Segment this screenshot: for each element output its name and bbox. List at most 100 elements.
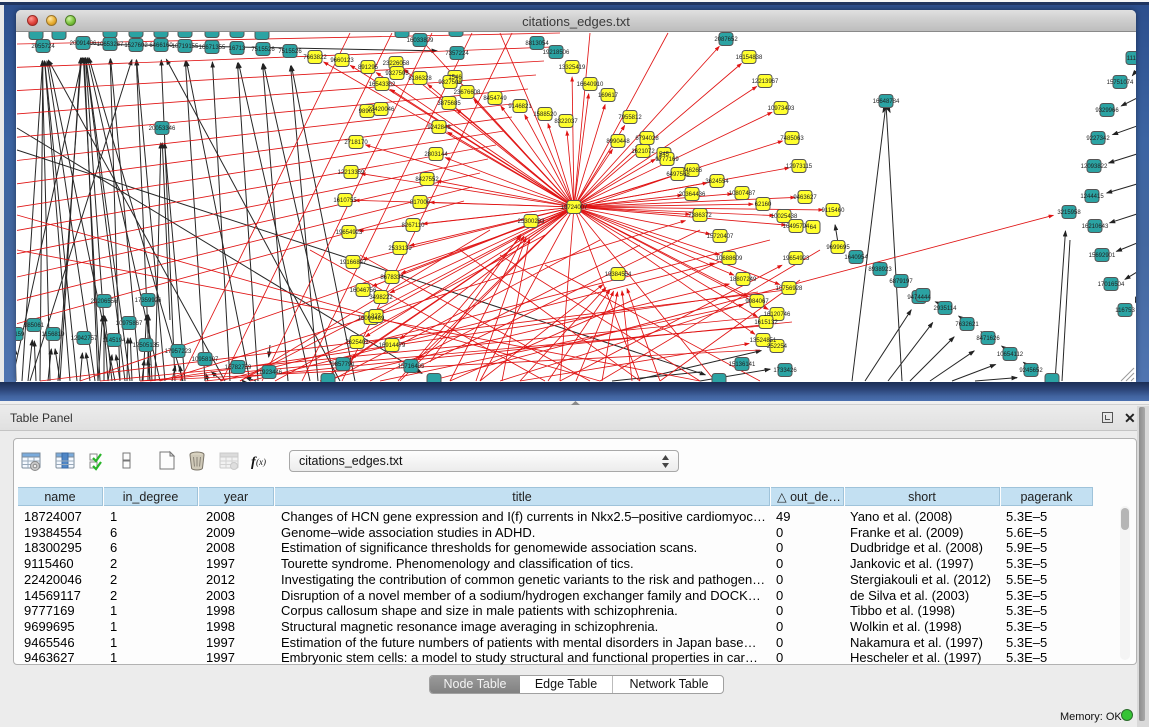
svg-text:2935114: 2935114 (934, 306, 958, 312)
svg-text:7357224: 7357224 (445, 51, 469, 57)
svg-text:12973115: 12973115 (786, 164, 813, 170)
svg-text:327: 327 (371, 314, 382, 320)
svg-text:16033809: 16033809 (407, 38, 434, 44)
svg-text:3498222: 3498222 (369, 295, 393, 301)
svg-text:12505135: 12505135 (133, 343, 160, 349)
svg-text:1244415: 1244415 (1080, 194, 1104, 200)
svg-text:23420046: 23420046 (368, 107, 395, 113)
svg-text:19218506: 19218506 (543, 50, 570, 56)
svg-text:6497568: 6497568 (666, 172, 690, 178)
svg-text:10719155: 10719155 (172, 44, 199, 50)
svg-text:12213369: 12213369 (338, 170, 365, 176)
svg-text:23226058: 23226058 (383, 61, 410, 67)
svg-text:169617: 169617 (598, 93, 619, 99)
svg-text:19166827: 19166827 (340, 260, 367, 266)
svg-text:1615132: 1615132 (754, 320, 778, 326)
svg-text:1145194: 1145194 (103, 338, 127, 344)
svg-text:7515526: 7515526 (278, 49, 302, 55)
svg-text:9699695: 9699695 (826, 245, 850, 251)
svg-text:(x): (x) (256, 457, 266, 467)
svg-text:16154838: 16154838 (736, 55, 763, 61)
svg-text:7955812: 7955812 (618, 115, 642, 121)
svg-text:12942757: 12942757 (71, 336, 98, 342)
svg-text:1156819: 1156819 (42, 332, 66, 338)
svg-text:16046756: 16046756 (350, 288, 377, 294)
svg-text:9463627: 9463627 (793, 195, 817, 201)
svg-text:20091406: 20091406 (70, 41, 97, 47)
svg-text:1588520: 1588520 (533, 112, 557, 118)
svg-text:10807487: 10807487 (729, 191, 756, 197)
svg-text:9115460: 9115460 (822, 208, 846, 214)
svg-text:2055724: 2055724 (31, 44, 55, 50)
svg-text:1640954: 1640954 (844, 255, 868, 261)
svg-text:12093822: 12093822 (1081, 164, 1108, 170)
svg-text:16782759: 16782759 (225, 365, 252, 371)
svg-text:2718170: 2718170 (344, 140, 368, 146)
svg-text:10975867: 10975867 (116, 321, 143, 327)
svg-text:8322037: 8322037 (554, 119, 578, 125)
svg-text:9857791: 9857791 (331, 362, 355, 368)
svg-text:9242848: 9242848 (427, 125, 451, 131)
svg-text:8990448: 8990448 (606, 139, 630, 145)
svg-text:1621072: 1621072 (631, 149, 655, 155)
svg-text:1733426: 1733426 (773, 368, 797, 374)
svg-text:7386372: 7386372 (688, 213, 712, 219)
svg-text:18807249: 18807249 (730, 277, 757, 283)
svg-text:2533139: 2533139 (388, 246, 412, 252)
svg-text:16648784: 16648784 (873, 99, 900, 105)
svg-text:7515526: 7515526 (251, 47, 275, 53)
svg-text:18724007: 18724007 (561, 205, 588, 211)
svg-text:9329966: 9329966 (1095, 108, 1119, 114)
svg-text:25300293: 25300293 (518, 219, 545, 225)
svg-text:3215958: 3215958 (1057, 210, 1081, 216)
svg-text:9227342: 9227342 (1086, 136, 1110, 142)
svg-text:19654923: 19654923 (336, 230, 363, 236)
svg-text:10756928: 10756928 (776, 286, 803, 292)
svg-text:17016504: 17016504 (1098, 282, 1125, 288)
svg-text:10958107: 10958107 (192, 357, 219, 363)
svg-text:16671355: 16671355 (199, 45, 226, 51)
svg-text:62160: 62160 (755, 202, 772, 208)
svg-text:8454749: 8454749 (483, 96, 507, 102)
svg-text:1112: 1112 (1127, 56, 1136, 62)
svg-text:64: 64 (810, 225, 817, 231)
svg-text:9084067: 9084067 (745, 299, 769, 305)
svg-text:16495794: 16495794 (783, 224, 810, 230)
svg-text:817006: 817006 (410, 200, 431, 206)
svg-text:9146821: 9146821 (508, 104, 532, 110)
svg-text:10653267: 10653267 (97, 42, 124, 48)
svg-text:16640910: 16640910 (577, 82, 604, 88)
svg-text:7485063: 7485063 (780, 136, 804, 142)
svg-text:16543382: 16543382 (369, 82, 396, 88)
svg-text:16914479: 16914479 (379, 343, 406, 349)
svg-text:10973493: 10973493 (768, 106, 795, 112)
svg-text:9245652: 9245652 (1019, 368, 1043, 374)
svg-text:12213967: 12213967 (752, 79, 779, 85)
svg-text:9474444: 9474444 (907, 295, 931, 301)
svg-text:3875685: 3875685 (437, 101, 461, 107)
svg-text:17957223: 17957223 (165, 349, 192, 355)
svg-text:1610755: 1610755 (333, 198, 357, 204)
svg-text:8471626: 8471626 (976, 336, 1000, 342)
svg-text:891295: 891295 (358, 65, 379, 71)
svg-text:19654923: 19654923 (783, 256, 810, 262)
svg-text:985061: 985061 (24, 323, 45, 329)
svg-text:16713: 16713 (229, 46, 246, 52)
svg-text:7632621: 7632621 (955, 322, 979, 328)
svg-text:8186328: 8186328 (408, 76, 432, 82)
svg-text:6879197: 6879197 (889, 279, 913, 285)
svg-text:16210643: 16210643 (1082, 224, 1109, 230)
svg-text:8678334: 8678334 (380, 275, 404, 281)
svg-text:8813054: 8813054 (525, 41, 549, 47)
svg-text:13325419: 13325419 (559, 65, 586, 71)
svg-text:15716485: 15716485 (398, 364, 425, 370)
svg-text:9327503: 9327503 (385, 71, 409, 77)
svg-text:15692901: 15692901 (1089, 253, 1116, 259)
svg-text:7663822: 7663822 (303, 55, 327, 61)
svg-text:8938923: 8938923 (868, 267, 892, 273)
svg-text:10025438: 10025438 (771, 214, 798, 220)
svg-text:6794028: 6794028 (635, 136, 659, 142)
svg-text:8267110: 8267110 (402, 223, 426, 229)
svg-text:252254: 252254 (767, 344, 788, 350)
svg-text:10654112: 10654112 (997, 352, 1024, 358)
